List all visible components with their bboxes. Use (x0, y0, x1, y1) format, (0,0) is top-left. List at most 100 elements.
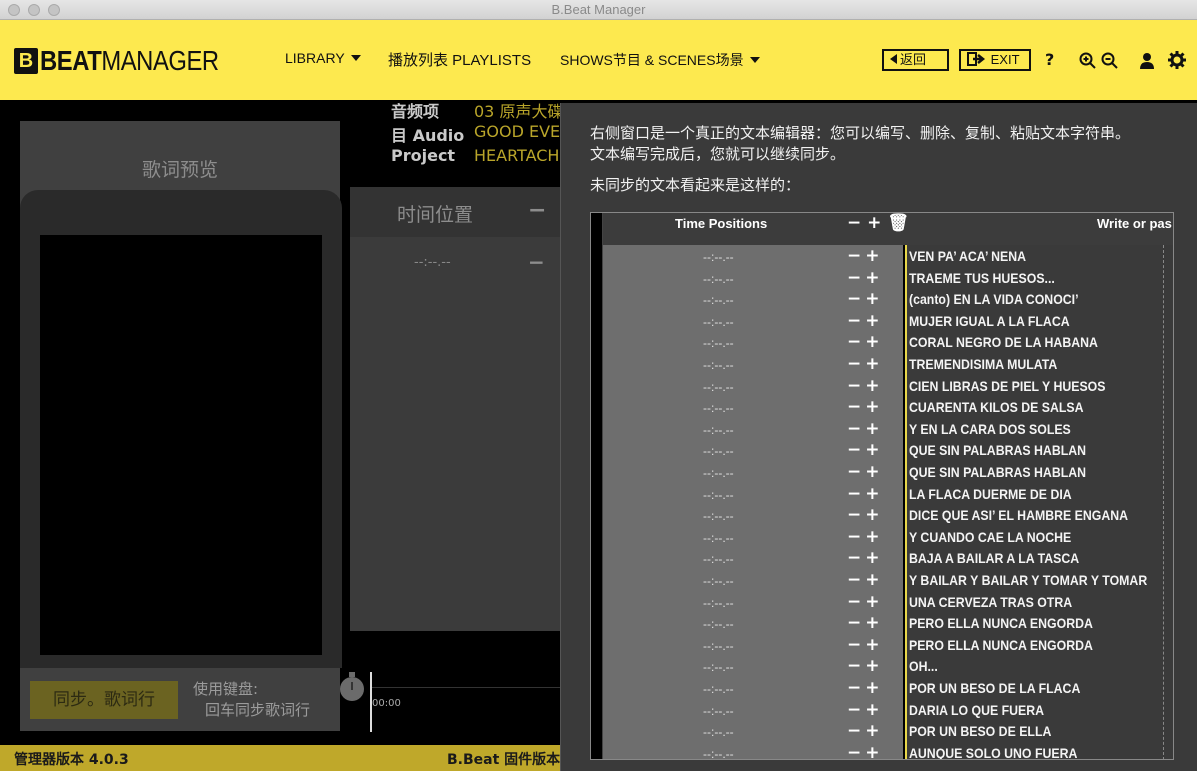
example-row-time: --:--.-- (703, 574, 734, 588)
help-line-1: 右侧窗口是一个真正的文本编辑器：您可以编写、删除、复制、粘贴文本字符串。 (590, 124, 1131, 142)
example-row: --:--.-- −+ UNA CERVEZA TRAS OTRA (603, 592, 1173, 615)
firmware-version: B.Beat 固件版本 4 (447, 752, 575, 768)
example-row-lyric: (canto) EN LA VIDA CONOCI’ (909, 291, 1079, 308)
example-header-controls: − + 🗑 (847, 213, 909, 233)
example-row-lyric: PERO ELLA NUNCA ENGORDA (909, 615, 1093, 632)
example-row: --:--.-- −+ AUNQUE SOLO UNO FUERA (603, 743, 1173, 760)
exit-button[interactable]: EXIT (959, 49, 1031, 71)
example-row-controls: −+ (847, 483, 884, 504)
project-label: Project (391, 146, 456, 165)
example-row-controls: −+ (847, 462, 884, 482)
help-paragraph-1: 右侧窗口是一个真正的文本编辑器：您可以编写、删除、复制、粘贴文本字符串。 文本编… (590, 123, 1130, 165)
audio-label: 目 Audio (391, 126, 465, 145)
example-row: --:--.-- −+ TRAEME TUS HUESOS... (603, 267, 1173, 291)
zoom-out-icon[interactable] (1101, 52, 1119, 70)
exit-icon (967, 52, 986, 66)
example-row: --:--.-- −+ PERO ELLA NUNCA ENGORDA (603, 613, 1173, 636)
example-row-controls: −+ (847, 699, 884, 720)
stopwatch-icon[interactable] (340, 672, 364, 701)
example-row-controls: −+ (847, 354, 884, 374)
example-row-controls: −+ (847, 267, 884, 288)
keyboard-hint-title: 使用键盘: (193, 680, 259, 698)
remove-line-button[interactable]: − (528, 198, 546, 223)
unsynced-example-image: Time Positions − + 🗑 Write or pas --:--.… (590, 212, 1174, 760)
example-row-lyric: TREMENDISIMA MULATA (909, 356, 1058, 372)
example-row: --:--.-- −+ CUARENTA KILOS DE SALSA (603, 397, 1173, 420)
example-row-lyric: CUARENTA KILOS DE SALSA (909, 399, 1084, 416)
example-row-time: --:--.-- (703, 530, 734, 545)
example-row-lyric: OH... (909, 658, 938, 675)
window-titlebar: B.Beat Manager (0, 0, 1197, 20)
example-row-controls: −+ (847, 526, 884, 547)
lyrics-preview-title: 歌词预览 (141, 159, 218, 181)
example-row-lyric: DICE QUE ASI’ EL HAMBRE ENGANA (909, 507, 1129, 524)
example-row-lyric: MUJER IGUAL A LA FLACA (909, 312, 1070, 329)
example-row-time: --:--.-- (703, 552, 734, 567)
example-row: --:--.-- −+ LA FLACA DUERME DE DIA (603, 483, 1173, 507)
example-row-time: --:--.-- (703, 336, 734, 351)
sync-lyric-line-button[interactable]: 同步。歌词行 (30, 681, 178, 719)
example-header: Time Positions − + 🗑 Write or pas (603, 213, 1173, 245)
example-row-lyric: VEN PA’ ACA’ NENA (909, 248, 1027, 264)
example-row-time: --:--.-- (703, 401, 734, 416)
example-row-time: --:--.-- (703, 487, 734, 502)
example-row-time: --:--.-- (703, 638, 734, 653)
nav-library[interactable]: LIBRARY (285, 50, 361, 66)
example-row-lyric: LA FLACA DUERME DE DIA (909, 485, 1072, 502)
user-icon[interactable] (1139, 52, 1155, 70)
example-row-time: --:--.-- (703, 422, 734, 437)
nav-shows-label: SHOWS节目 & SCENES场景 (560, 52, 744, 68)
example-row-time: --:--.-- (703, 595, 734, 610)
example-row: --:--.-- −+ QUE SIN PALABRAS HABLAN (603, 462, 1173, 485)
device-screen (40, 235, 322, 655)
example-row-time: --:--.-- (703, 660, 734, 675)
example-row-time: --:--.-- (703, 466, 734, 480)
help-line-2: 文本编写完成后，您就可以继续同步。 (590, 145, 846, 163)
time-position-value: --:--.-- (414, 255, 451, 270)
example-row-controls: −+ (847, 656, 884, 677)
example-row-controls: −+ (847, 634, 884, 655)
gear-icon[interactable] (1168, 51, 1186, 69)
back-button[interactable]: 返回 (882, 49, 949, 71)
example-row: --:--.-- −+ Y CUANDO CAE LA NOCHE (603, 526, 1173, 550)
example-row: --:--.-- −+ PERO ELLA NUNCA ENGORDA (603, 634, 1173, 658)
help-icon[interactable]: ? (1045, 50, 1054, 69)
example-row-controls: −+ (847, 613, 884, 634)
example-col-text: Write or pas (1097, 216, 1172, 231)
track-label: 音频项 (391, 102, 440, 121)
exit-button-label: EXIT (990, 52, 1020, 67)
example-row-time: --:--.-- (703, 682, 734, 696)
nav-shows-scenes[interactable]: SHOWS节目 & SCENES场景 (560, 50, 760, 70)
example-row-lyric: PERO ELLA NUNCA ENGORDA (909, 636, 1093, 653)
zoom-in-icon[interactable] (1079, 52, 1097, 70)
example-row-time: --:--.-- (703, 293, 734, 308)
example-row-lyric: AUNQUE SOLO UNO FUERA (909, 744, 1078, 760)
example-row: --:--.-- −+ DICE QUE ASI’ EL HAMBRE ENGANA (603, 505, 1173, 528)
example-row-time: --:--.-- (703, 379, 734, 394)
back-button-label: 返回 (900, 52, 927, 67)
time-positions-title: 时间位置 (397, 204, 474, 226)
example-row-controls: −+ (847, 246, 884, 266)
manager-version: 管理器版本 4.0.3 (14, 752, 129, 768)
nav-library-label: LIBRARY (285, 50, 345, 66)
example-row-lyric: Y BAILAR Y BAILAR Y TOMAR Y TOMAR (909, 572, 1148, 588)
example-col-time: Time Positions (675, 216, 768, 231)
example-row-controls: −+ (847, 289, 884, 310)
example-row-lyric: DARIA LO QUE FUERA (909, 701, 1045, 718)
example-row-lyric: TRAEME TUS HUESOS... (909, 269, 1055, 286)
example-row-lyric: CIEN LIBRAS DE PIEL Y HUESOS (909, 377, 1106, 394)
example-row: --:--.-- −+ BAJA A BAILAR A LA TASCA (603, 548, 1173, 571)
example-row-controls: −+ (847, 721, 884, 742)
nav-playlists[interactable]: 播放列表 PLAYLISTS (388, 49, 531, 70)
chevron-down-icon (749, 57, 760, 63)
example-row-time: --:--.-- (703, 746, 734, 760)
example-row: --:--.-- −+ MUJER IGUAL A LA FLACA (603, 311, 1173, 334)
keyboard-hint: 使用键盘: 回车同步歌词行 (193, 679, 310, 721)
help-paragraph-2: 未同步的文本看起来是这样的： (590, 176, 801, 194)
example-row-controls: −+ (847, 548, 884, 569)
logo-text: BEATMANAGER (40, 45, 219, 76)
chevron-down-icon (350, 55, 361, 61)
example-row: --:--.-- −+ POR UN BESO DE ELLA (603, 721, 1173, 744)
example-row: --:--.-- −+ VEN PA’ ACA’ NENA (603, 246, 1173, 269)
row-minus-button[interactable]: − (528, 250, 545, 274)
